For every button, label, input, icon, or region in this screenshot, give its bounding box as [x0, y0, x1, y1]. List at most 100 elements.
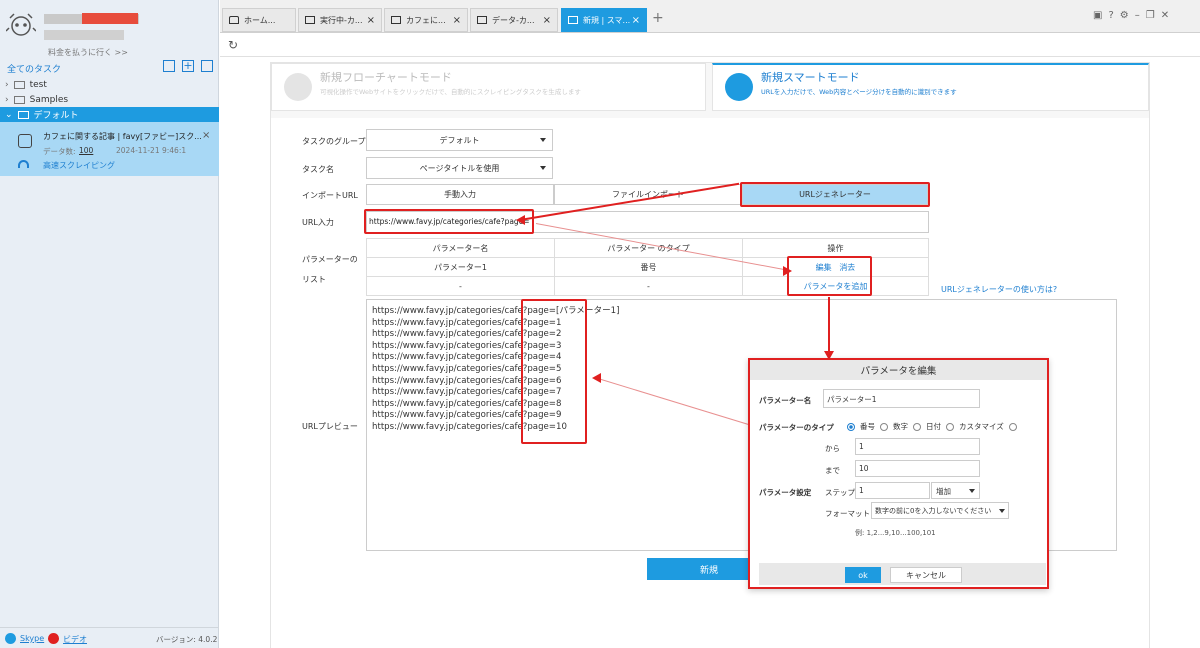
flowchart-mode-card[interactable]: 新規フローチャートモード 可視化操作でWebサイトをクリックだけで、自動的にスク…: [271, 63, 706, 111]
gift-icon[interactable]: ▣: [1093, 10, 1108, 21]
skype-link[interactable]: Skype: [20, 634, 44, 643]
task-item[interactable]: カフェに関する記事 | favy[ファビー]スク... × データ数: 100 …: [0, 122, 219, 176]
radio-custom[interactable]: [946, 422, 954, 431]
format-label: フォーマット: [825, 509, 870, 518]
folder-icon: [13, 80, 25, 89]
tab-new-smart[interactable]: 新規 | スマ... ×: [561, 8, 647, 32]
tab-data[interactable]: データ-カ... ×: [470, 8, 558, 32]
smart-mode-card[interactable]: 新規スマートモード URLを入力だけで、Web内容とページ分けを自動的に識別でき…: [712, 63, 1149, 111]
video-icon[interactable]: [48, 633, 59, 644]
group-select[interactable]: デフォルト: [366, 129, 553, 151]
gear-icon[interactable]: ⚙: [1120, 10, 1135, 21]
dialog-title: パラメータを編集: [750, 360, 1047, 380]
from-label: から: [825, 444, 840, 453]
param-type-cell: 番号: [554, 257, 743, 277]
tab-label: 実行中-カ...: [320, 15, 363, 25]
step-mode-select[interactable]: 増加: [931, 482, 980, 499]
data-count[interactable]: 100: [79, 146, 93, 155]
username-redacted: [82, 13, 138, 24]
url-generator-highlight: [740, 182, 930, 207]
param-name-value: パラメーター1: [827, 395, 877, 404]
help-link[interactable]: URLジェネレーターの使い方は?: [941, 284, 1057, 295]
param-name-cell: パラメーター1: [366, 257, 555, 277]
chevron-right-icon: ›: [5, 94, 9, 105]
from-input[interactable]: [855, 438, 980, 455]
radio-date[interactable]: [913, 422, 921, 431]
robot-icon: [18, 134, 32, 148]
close-window-icon[interactable]: ✕: [1161, 10, 1175, 21]
restore-icon[interactable]: ❐: [1146, 10, 1161, 21]
folder-label: test: [29, 79, 47, 90]
tab-home[interactable]: ホーム...: [222, 8, 296, 32]
radio-extra[interactable]: [1008, 422, 1017, 431]
cancel-button[interactable]: キャンセル: [890, 567, 962, 583]
ok-button[interactable]: ok: [845, 567, 881, 583]
param-name-label: パラメーター名: [759, 396, 812, 405]
manual-input-option[interactable]: 手動入力: [366, 184, 554, 205]
table-header: パラメーター名 パラメーター のタイプ 操作: [366, 238, 929, 258]
edit-delete-highlight: [787, 256, 872, 296]
type-label: パラメーターのタイプ: [759, 423, 834, 432]
tab-running[interactable]: 実行中-カ... ×: [298, 8, 382, 32]
column-header: パラメーター のタイプ: [554, 238, 743, 258]
radio-label: 日付: [926, 422, 941, 431]
search-task-icon[interactable]: [201, 60, 213, 72]
step-mode-value: 増加: [936, 487, 951, 496]
radio-label: 番号: [860, 422, 875, 431]
export-icon[interactable]: [163, 60, 175, 72]
close-icon[interactable]: ×: [202, 130, 210, 141]
app-logo-icon: [5, 12, 37, 38]
tab-cafe[interactable]: カフェに... ×: [384, 8, 468, 32]
data-count-label: データ数:: [43, 147, 76, 156]
flowchart-title: 新規フローチャートモード: [320, 71, 452, 84]
step-input[interactable]: [855, 482, 930, 499]
close-icon[interactable]: ×: [453, 15, 461, 26]
help-icon[interactable]: ?: [1108, 10, 1119, 21]
import-url-label: インポートURL: [302, 191, 358, 200]
folder-default[interactable]: ⌄ デフォルト: [0, 107, 219, 122]
main-area: ホーム... 実行中-カ... × カフェに... × データ-カ... × 新規 |…: [220, 0, 1200, 648]
column-header: パラメーター名: [366, 238, 555, 258]
folder-icon: [13, 95, 25, 104]
tab-label: データ-カ...: [492, 15, 535, 25]
arrow-head: [783, 266, 792, 276]
email-redacted: [44, 30, 124, 40]
edit-param-dialog: パラメータを編集 パラメーター名 パラメーター1 パラメーターのタイプ 番号 数…: [748, 358, 1049, 589]
format-example: 例: 1,2...9,10...100,101: [855, 529, 936, 537]
task-name-select[interactable]: ページタイトルを使用: [366, 157, 553, 179]
tab-label: 新規 | スマ...: [583, 15, 631, 25]
new-tab-icon[interactable]: +: [652, 10, 664, 26]
radio-label: 数字: [893, 422, 908, 431]
task-name-label: タスク名: [302, 165, 334, 174]
format-select[interactable]: 数字の前に0を入力しないでください: [871, 502, 1009, 519]
close-icon[interactable]: ×: [543, 15, 551, 26]
folder-label: Samples: [29, 94, 69, 105]
pay-link[interactable]: 料金を払うに行く >>: [48, 47, 128, 58]
skype-icon[interactable]: [5, 633, 16, 644]
to-value: 10: [859, 464, 869, 473]
folder-icon: [17, 110, 29, 119]
radio-number[interactable]: [847, 422, 855, 431]
close-icon[interactable]: ×: [367, 15, 375, 26]
group-value: デフォルト: [439, 135, 480, 145]
url-input-label: URL入力: [302, 218, 334, 227]
video-link[interactable]: ビデオ: [63, 634, 87, 645]
to-label: まで: [825, 466, 840, 475]
all-tasks-label[interactable]: 全てのタスク: [7, 62, 61, 75]
task-name-value: ページタイトルを使用: [419, 163, 500, 173]
arrow-head: [516, 215, 525, 225]
add-task-icon[interactable]: +: [182, 60, 194, 72]
param-type-cell: -: [554, 276, 743, 296]
address-bar-divider: [220, 56, 1200, 57]
to-input[interactable]: [855, 460, 980, 477]
reload-icon[interactable]: ↻: [228, 38, 238, 52]
close-icon[interactable]: ×: [632, 15, 640, 26]
task-title: カフェに関する記事 | favy[ファビー]スク...: [43, 132, 202, 141]
chevron-down-icon: [540, 138, 546, 142]
radio-digit[interactable]: [880, 422, 888, 431]
folder-samples[interactable]: › Samples: [0, 92, 219, 107]
chevron-down-icon: ⌄: [5, 109, 13, 120]
minimize-icon[interactable]: –: [1135, 10, 1146, 21]
folder-test[interactable]: › test: [0, 77, 219, 92]
chevron-down-icon: [540, 166, 546, 170]
